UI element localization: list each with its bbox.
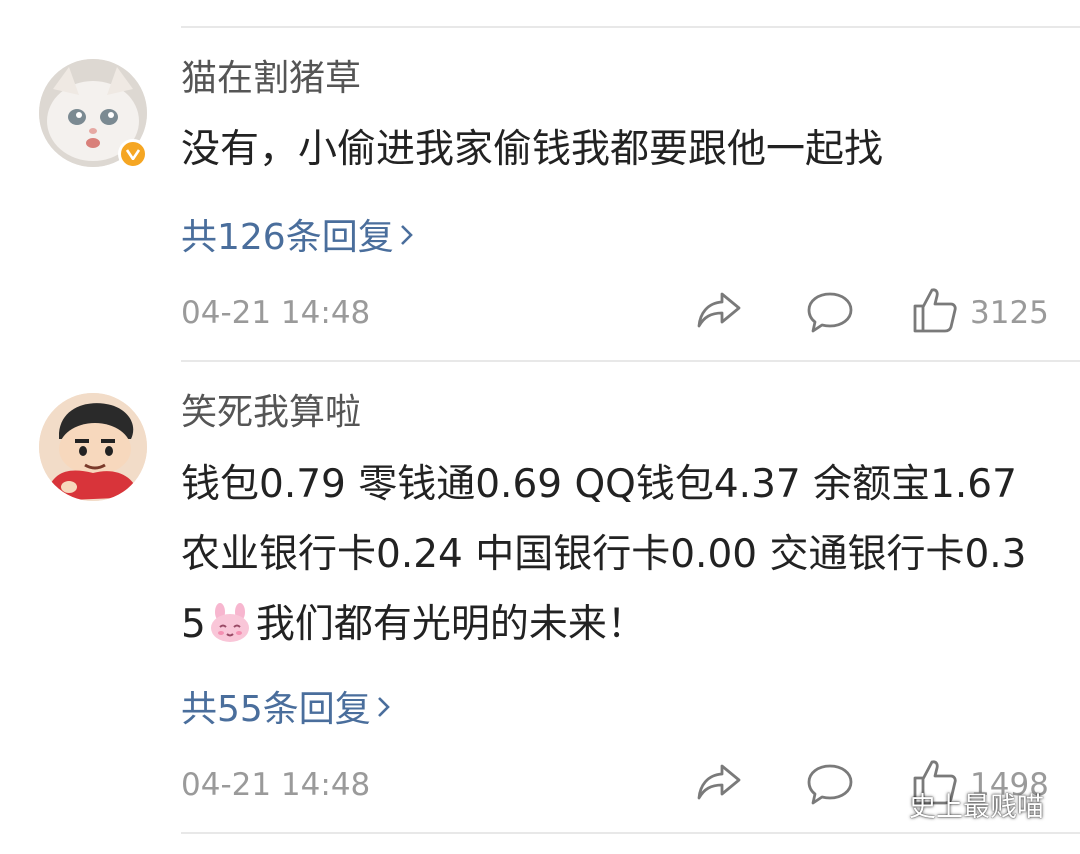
comment-text: 钱包0.79 零钱通0.69 QQ钱包4.37 余额宝1.67 农业银行卡0.2… [181, 450, 1041, 660]
username[interactable]: 笑死我算啦 [181, 395, 361, 431]
like-thumb-icon[interactable] [912, 286, 958, 338]
timestamp: 04-21 14:48 [181, 295, 371, 331]
comment-text: 没有，小偷进我家偷钱我都要跟他一起找 [181, 127, 884, 172]
chevron-right-icon [400, 218, 414, 254]
timestamp: 04-21 14:48 [181, 767, 371, 803]
bottom-divider [181, 832, 1080, 834]
avatar[interactable] [39, 393, 147, 501]
watermark: 史上最贱喵 [867, 785, 1044, 824]
username[interactable]: 猫在割猪草 [181, 61, 361, 97]
bunny-emoji-icon [210, 603, 249, 642]
share-icon[interactable] [696, 762, 742, 806]
cartoon-boy-avatar-icon [39, 393, 147, 501]
verified-badge-icon [118, 139, 148, 169]
share-icon[interactable] [696, 290, 742, 334]
comment-bubble-icon[interactable] [806, 290, 854, 338]
comment-divider [181, 360, 1080, 362]
replies-label: 共126条回复 [181, 217, 394, 258]
top-divider [181, 26, 1080, 28]
view-replies-link[interactable]: 共55条回复 [181, 690, 391, 728]
like-count: 3125 [970, 295, 1049, 331]
comment-text-part: 我们都有光明的未来！ [255, 602, 646, 647]
comment-bubble-icon[interactable] [806, 762, 854, 810]
view-replies-link[interactable]: 共126条回复 [181, 218, 414, 256]
replies-label: 共55条回复 [181, 689, 371, 730]
chevron-right-icon [377, 690, 391, 726]
watermark-text: 史上最贱喵 [909, 792, 1044, 823]
wechat-icon [868, 791, 900, 818]
